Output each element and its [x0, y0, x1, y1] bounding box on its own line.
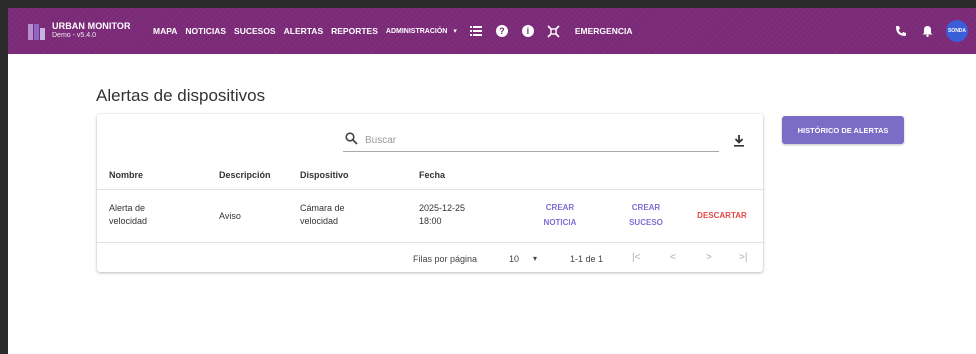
phone-icon[interactable]: [894, 24, 908, 38]
crear-suceso-line: CREAR: [631, 203, 661, 212]
main-nav: MAPA NOTICIAS SUCESOS ALERTAS REPORTES A…: [153, 8, 632, 54]
cell-nombre-line: Alerta de: [109, 203, 146, 213]
brand-name: URBAN MONITOR: [52, 21, 131, 31]
info-icon-glyph: i: [521, 25, 534, 37]
cell-fecha: 2025-12-25 18:00: [419, 202, 465, 228]
alerts-table-card: Nombre Descripción Dispositivo Fecha Ale…: [97, 114, 763, 272]
first-page-icon[interactable]: |<: [632, 252, 640, 263]
info-icon[interactable]: i: [521, 24, 535, 38]
crear-noticia-line: NOTICIA: [543, 218, 577, 227]
crear-noticia-button[interactable]: CREAR NOTICIA: [537, 200, 583, 230]
brand-version: Demo - v5.4.0: [52, 32, 96, 39]
prev-page-icon[interactable]: <: [670, 252, 676, 263]
column-header-nombre[interactable]: Nombre: [109, 170, 143, 180]
historico-alertas-button[interactable]: HISTÓRICO DE ALERTAS: [782, 116, 904, 144]
nav-item-reportes[interactable]: REPORTES: [331, 26, 378, 36]
search-box: [343, 128, 719, 152]
cell-fecha-line: 2025-12-25: [419, 203, 466, 213]
search-icon: [345, 132, 359, 146]
nav-item-mapa[interactable]: MAPA: [153, 26, 177, 36]
cell-nombre: Alerta de velocidad: [109, 202, 147, 228]
brand[interactable]: URBAN MONITOR Demo - v5.4.0: [52, 21, 131, 40]
header-divider: [97, 189, 763, 190]
cell-dispositivo: Cámara de velocidad: [300, 202, 345, 228]
cell-dispositivo-line: Cámara de: [300, 203, 345, 213]
nav-item-sucesos[interactable]: SUCESOS: [234, 26, 276, 36]
crear-noticia-line: CREAR: [545, 203, 575, 212]
next-page-icon[interactable]: >: [706, 252, 712, 263]
search-input[interactable]: [365, 130, 705, 150]
rows-per-page-select[interactable]: 10: [509, 254, 519, 264]
pagination-range: 1-1 de 1: [570, 254, 604, 264]
nav-item-administracion[interactable]: ADMINISTRACIÓN: [386, 28, 447, 35]
help-icon[interactable]: ?: [495, 24, 509, 38]
column-header-dispositivo[interactable]: Dispositivo: [300, 170, 349, 180]
row-divider: [97, 242, 763, 243]
nav-item-noticias[interactable]: NOTICIAS: [185, 26, 226, 36]
rows-per-page-label: Filas por página: [413, 254, 478, 264]
logo-icon: [28, 24, 46, 40]
column-header-fecha[interactable]: Fecha: [419, 170, 445, 180]
top-navbar: URBAN MONITOR Demo - v5.4.0 MAPA NOTICIA…: [8, 8, 976, 54]
chevron-down-icon[interactable]: ▾: [533, 254, 537, 263]
chevron-down-icon[interactable]: ▾: [453, 27, 457, 35]
descartar-button[interactable]: DESCARTAR: [692, 208, 752, 223]
user-controls: SONDA: [894, 8, 976, 54]
last-page-icon[interactable]: >|: [739, 252, 747, 263]
crear-suceso-line: SUCESO: [629, 218, 663, 227]
avatar[interactable]: SONDA: [946, 20, 968, 42]
nav-item-alertas[interactable]: ALERTAS: [284, 26, 324, 36]
app-frame: URBAN MONITOR Demo - v5.4.0 MAPA NOTICIA…: [8, 8, 976, 354]
bell-icon[interactable]: [920, 24, 934, 38]
crear-suceso-button[interactable]: CREAR SUCESO: [623, 200, 669, 230]
cell-descripcion: Aviso: [219, 211, 241, 221]
cell-fecha-line: 18:00: [419, 216, 442, 226]
page-title: Alertas de dispositivos: [96, 86, 266, 105]
nav-item-emergencia[interactable]: EMERGENCIA: [575, 26, 633, 36]
emergency-icon[interactable]: [547, 24, 561, 38]
column-header-descripcion[interactable]: Descripción: [219, 170, 271, 180]
cell-dispositivo-line: velocidad: [300, 216, 339, 226]
list-icon[interactable]: [469, 24, 483, 38]
help-icon-glyph: ?: [495, 25, 508, 37]
download-icon[interactable]: [733, 134, 747, 148]
cell-nombre-line: velocidad: [109, 216, 148, 226]
